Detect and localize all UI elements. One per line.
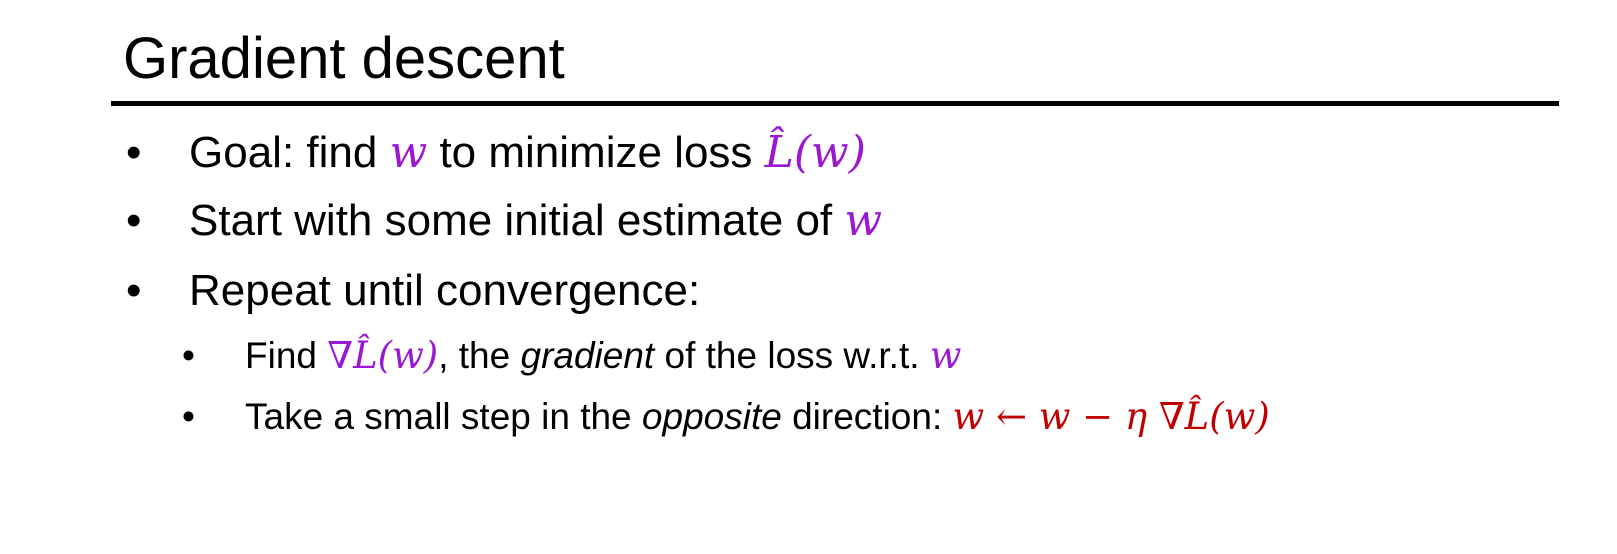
bullet-text: Start with some initial estimate of w bbox=[189, 195, 882, 247]
text-run: to minimize loss bbox=[427, 128, 765, 177]
bullet-text: Find ∇L̂(w), the gradient of the loss w.… bbox=[245, 334, 961, 378]
text-run: of the loss w.r.t. bbox=[654, 335, 930, 376]
text-run: Find bbox=[245, 335, 328, 376]
text-run: Repeat until convergence: bbox=[189, 266, 701, 315]
math-w: w bbox=[844, 195, 883, 246]
math-gradient: ∇L̂(w) bbox=[327, 334, 439, 377]
text-run: direction: bbox=[781, 396, 953, 437]
math-loss: L̂(w) bbox=[764, 127, 866, 178]
bullet-dot: • bbox=[126, 128, 142, 177]
text-run: Take a small step in the bbox=[245, 396, 642, 437]
emphasis-gradient: gradient bbox=[520, 335, 655, 376]
bullet-dot: • bbox=[126, 266, 142, 315]
bullet-dot: • bbox=[126, 196, 142, 245]
bullet-text: Goal: find w to minimize loss L̂(w) bbox=[189, 127, 866, 179]
bullet-dot: • bbox=[182, 335, 195, 376]
bullet-list: • Goal: find w to minimize loss L̂(w) • … bbox=[0, 0, 1617, 554]
bullet-text: Take a small step in the opposite direct… bbox=[245, 395, 1270, 439]
text-run: , the bbox=[438, 335, 521, 376]
bullet-text: Repeat until convergence: bbox=[189, 265, 700, 317]
math-w: w bbox=[929, 334, 962, 377]
text-run: Start with some initial estimate of bbox=[189, 196, 845, 245]
text-run: Goal: find bbox=[189, 128, 390, 177]
bullet-dot: • bbox=[182, 396, 195, 437]
math-update-rule: w ← w − η ∇L̂(w) bbox=[952, 395, 1270, 438]
math-w: w bbox=[389, 127, 428, 178]
emphasis-opposite: opposite bbox=[641, 396, 782, 437]
